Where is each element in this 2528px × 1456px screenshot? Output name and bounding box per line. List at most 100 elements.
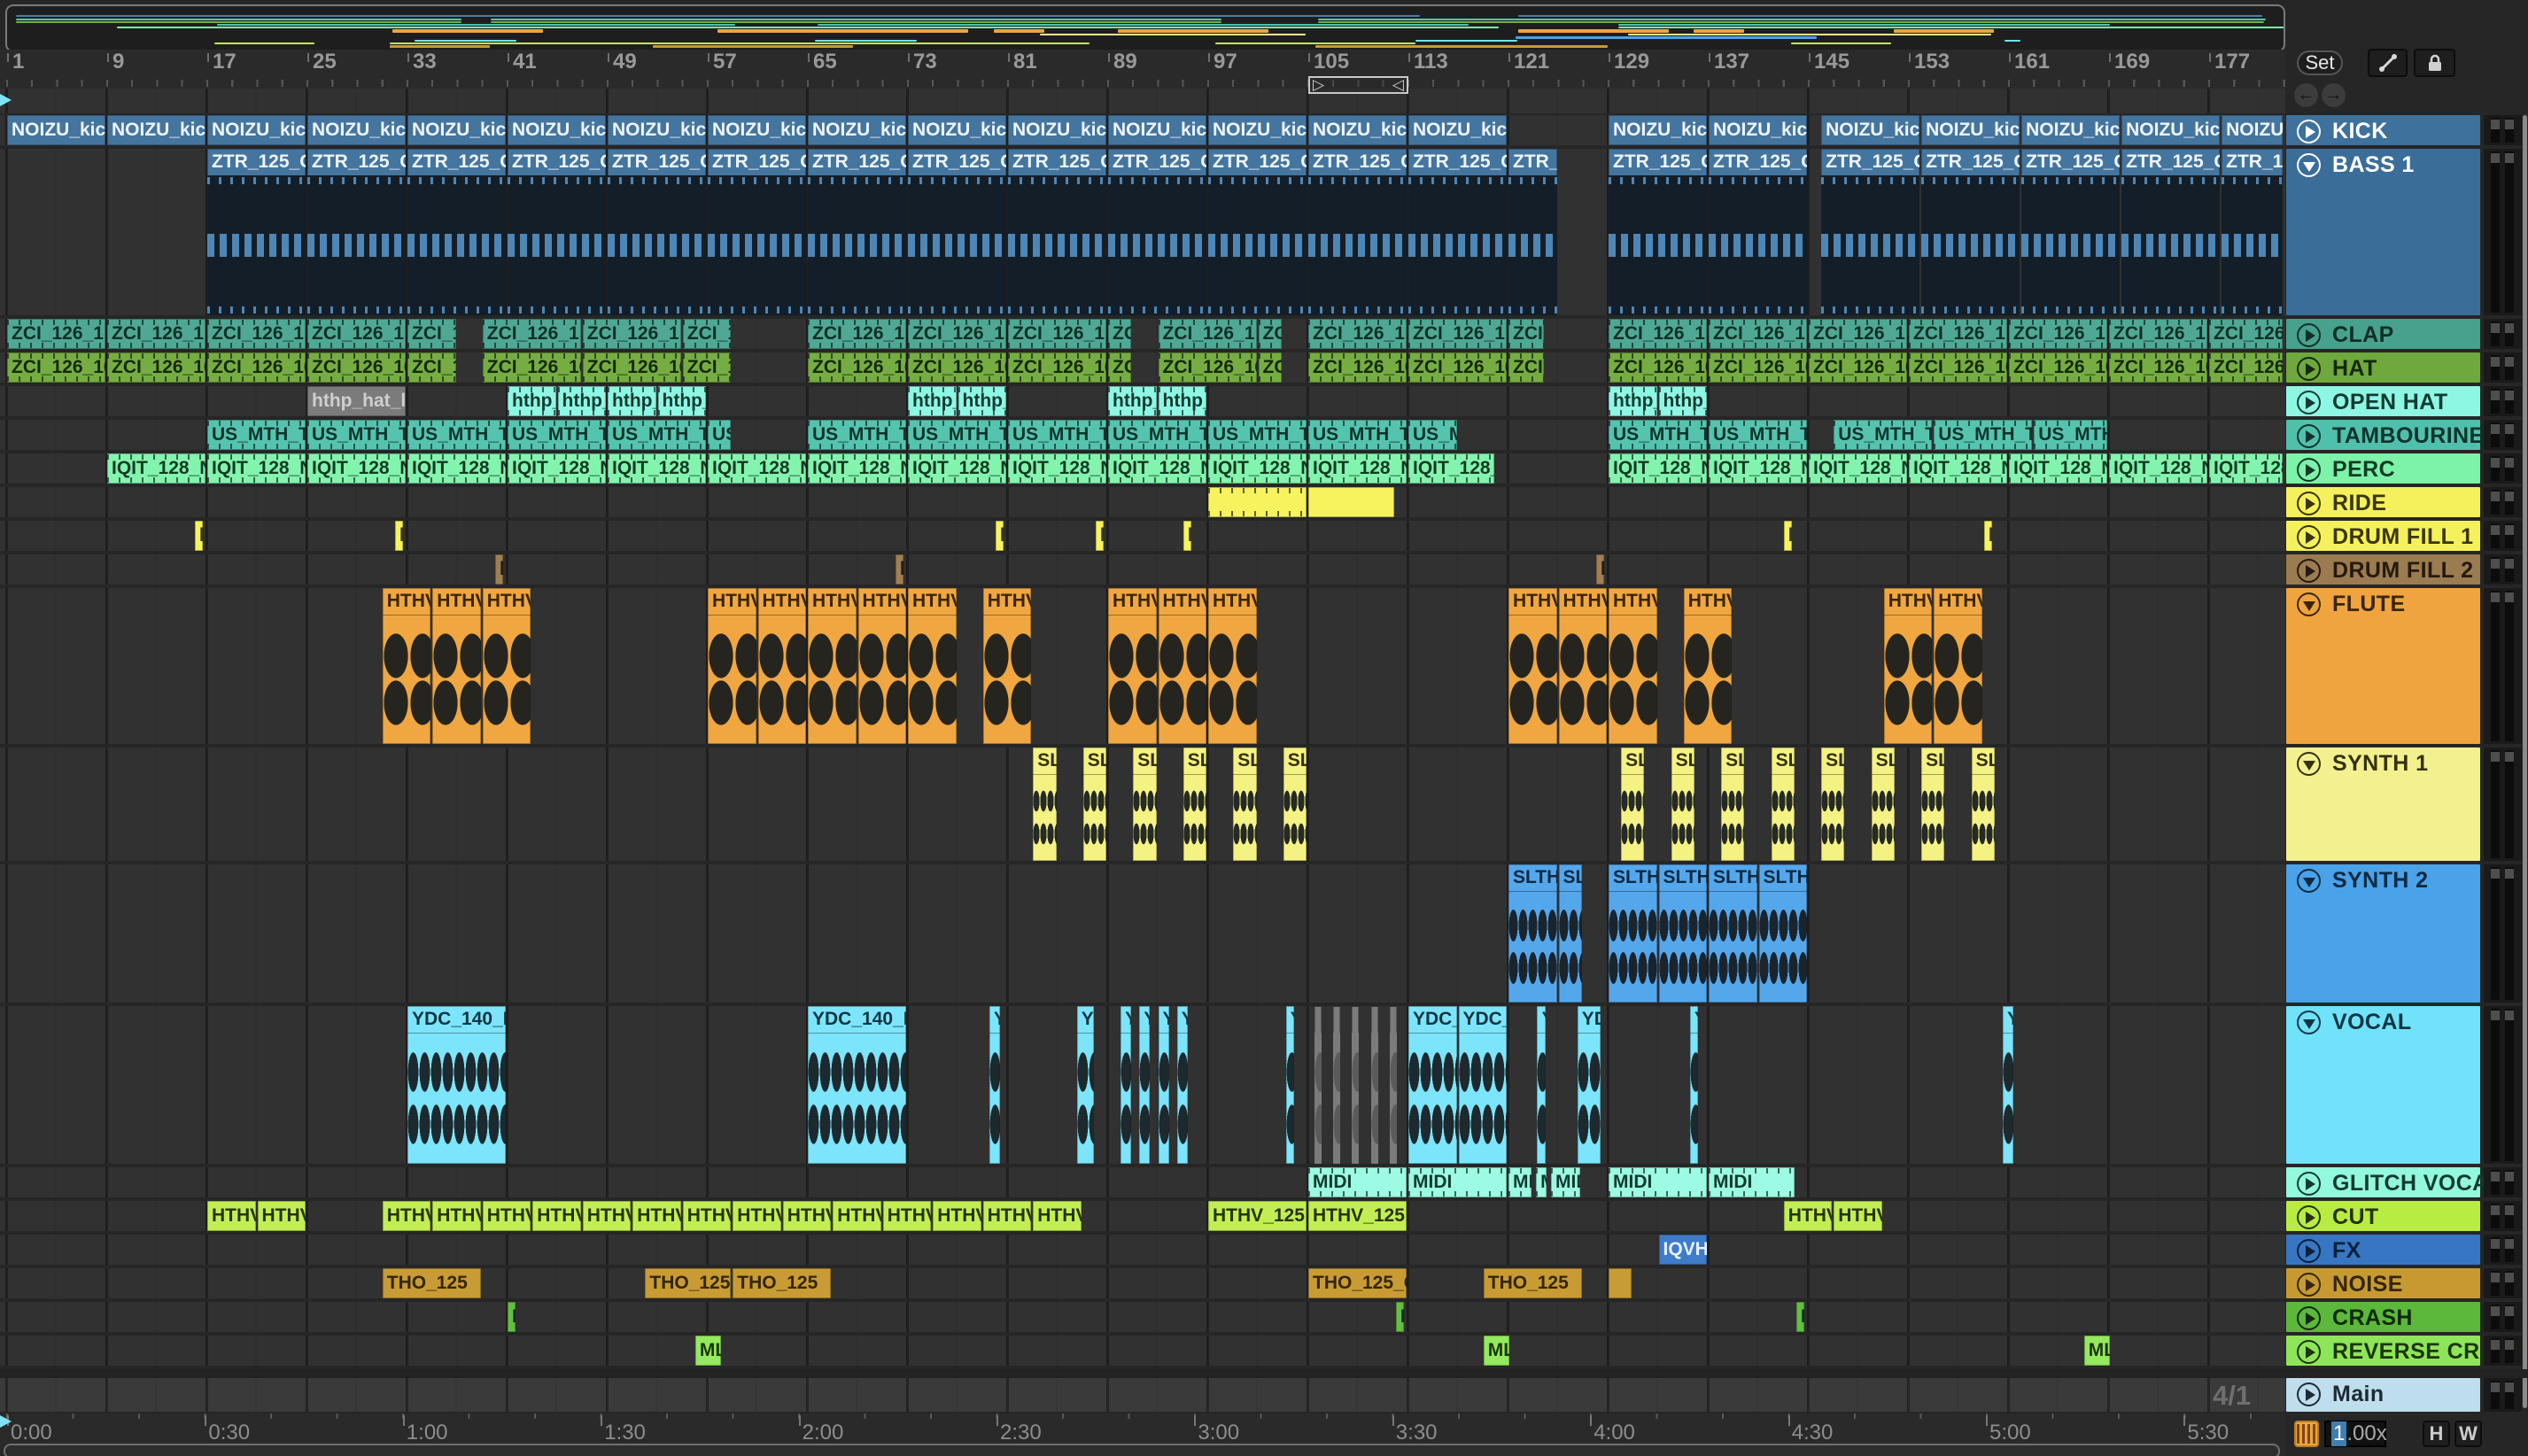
clip[interactable]: MLG — [2083, 1336, 2110, 1366]
clip[interactable]: MIDI — [1551, 1167, 1581, 1197]
clip[interactable]: ZCI_126_16 — [1108, 352, 1132, 383]
clip[interactable]: ZTR_125_G — [2121, 149, 2221, 315]
play-icon[interactable] — [2297, 424, 2321, 448]
track-lane-clap[interactable]: ZCI_126_1 ZCI_126_1 ZCI_126_1 ZCI_126_1 ZCI_… — [0, 319, 2285, 349]
clip[interactable]: HTHV_125_G — [1934, 588, 1982, 744]
clip[interactable]: ZCI_126_16 — [307, 352, 406, 383]
clip[interactable]: ZCI_126_16 — [1008, 352, 1106, 383]
clip[interactable]: HTHV_125 — [982, 1201, 1032, 1231]
clip[interactable]: ZTR_125_G — [2222, 149, 2283, 315]
clip[interactable]: NOIZU_kick — [1709, 115, 1807, 145]
clip[interactable]: ZCI_126_1 — [1408, 319, 1507, 349]
clip[interactable]: ht — [995, 521, 1004, 551]
clip[interactable]: HTHV_125_G — [432, 588, 481, 744]
clip[interactable] — [1389, 1006, 1397, 1164]
clip[interactable]: MLG — [1483, 1336, 1509, 1366]
fold-icon[interactable] — [2297, 592, 2321, 616]
play-icon[interactable] — [2297, 1172, 2321, 1196]
track-header-fx[interactable]: FX — [2286, 1235, 2480, 1265]
track-header-crash[interactable]: CRASH — [2286, 1302, 2480, 1332]
clip[interactable]: ZCI_126_16 — [1308, 352, 1407, 383]
clip[interactable]: ZCI_126_1 — [207, 319, 306, 349]
play-icon[interactable] — [2297, 1273, 2321, 1297]
clip[interactable]: US_MTH_Ta — [307, 420, 406, 450]
clip[interactable]: MIDI — [1609, 1167, 1707, 1197]
clip[interactable]: SLT — [1671, 747, 1694, 861]
track-header-tambourine[interactable]: TAMBOURINE — [2286, 420, 2484, 450]
play-icon[interactable] — [2297, 120, 2321, 143]
clip[interactable]: ZTR_125_G — [908, 149, 1006, 315]
clip[interactable]: US_MTH_Ta — [207, 420, 306, 450]
clip[interactable]: US_MTH_Ta — [1934, 420, 2033, 450]
play-icon[interactable] — [2297, 1382, 2321, 1406]
fold-icon[interactable] — [2297, 1011, 2321, 1034]
track-header-synth-1[interactable]: SYNTH 1 — [2286, 747, 2480, 861]
clip[interactable]: ZTR_125_G — [2021, 149, 2121, 315]
clip[interactable]: hthp_hat_1 — [1158, 386, 1206, 416]
track-header-vocal[interactable]: VOCAL — [2286, 1006, 2480, 1164]
clip[interactable]: ht — [895, 554, 904, 585]
lock-button[interactable] — [2414, 49, 2455, 77]
vertical-scrollbar[interactable] — [2523, 115, 2527, 1408]
clip[interactable]: SLT — [1082, 747, 1106, 861]
clip[interactable]: IQIT_128_N — [908, 453, 1006, 484]
clip[interactable]: ZCI_126_1 — [682, 319, 732, 349]
clip[interactable]: IQIT_128_N — [1108, 453, 1206, 484]
clip[interactable]: ZCI_126_16 — [582, 352, 681, 383]
clip[interactable]: HTHV_125 — [1208, 1201, 1307, 1231]
clip[interactable] — [1370, 1006, 1378, 1164]
clip[interactable]: NOIZU_kick — [1308, 115, 1407, 145]
clip[interactable]: THO_125 — [1483, 1268, 1582, 1298]
clip[interactable]: ZCI_126_1 — [1008, 319, 1106, 349]
clip[interactable]: HTHV_125 — [733, 1201, 781, 1231]
clip[interactable]: ht — [1983, 521, 1993, 551]
clip[interactable]: SLT — [1821, 747, 1845, 861]
clip[interactable]: ZTR_125_G — [508, 149, 606, 315]
clip[interactable]: HTHV_125_G — [708, 588, 756, 744]
clip[interactable]: ht — [1095, 521, 1105, 551]
clip[interactable]: M — [1795, 1302, 1805, 1332]
clip[interactable]: IQIT_128_N — [608, 453, 706, 484]
clip[interactable]: HTHV_125 — [682, 1201, 732, 1231]
clip[interactable]: NOIZU_kick — [107, 115, 205, 145]
clip[interactable]: NOIZU_kick — [1108, 115, 1206, 145]
clip[interactable]: HTHV_125_G — [482, 588, 531, 744]
track-lane-reverse-crash[interactable]: MLG MLG MLG — [0, 1336, 2285, 1366]
clip[interactable]: YDC — [1577, 1006, 1601, 1164]
play-icon[interactable] — [2297, 391, 2321, 414]
clip[interactable]: IQIT_128_N — [508, 453, 606, 484]
clip[interactable]: US_MTH_Ta — [1408, 420, 1457, 450]
clip[interactable]: Y — [1121, 1006, 1132, 1164]
clip[interactable]: hthp_hat_1 — [657, 386, 706, 416]
clip[interactable]: HTHV_125 — [1308, 1201, 1407, 1231]
play-icon[interactable] — [2297, 525, 2321, 549]
clip[interactable] — [1333, 1006, 1341, 1164]
clip[interactable]: IQIT_128_N — [1909, 453, 2007, 484]
clip[interactable]: THO_125 — [733, 1268, 832, 1298]
clip[interactable]: IQIT_128_N — [1408, 453, 1494, 484]
clip[interactable]: ZCI_126_1 — [107, 319, 205, 349]
clip[interactable]: HTHV_125 — [1834, 1201, 1882, 1231]
clip[interactable]: ZCI_126_16 — [1709, 352, 1807, 383]
clip[interactable]: ht — [1595, 554, 1605, 585]
clip[interactable]: ZCI_126_16 — [1609, 352, 1707, 383]
clip[interactable]: ZCI_126_1 — [482, 319, 581, 349]
clip[interactable]: HTHV_125 — [933, 1201, 981, 1231]
clip[interactable]: US_MTH_Ta — [407, 420, 506, 450]
clip[interactable]: ZCI_126_16 — [107, 352, 205, 383]
clip[interactable]: SLT — [1283, 747, 1307, 861]
track-lane-glitch-vocal[interactable]: MIDI MIDI MIDI MIDI MIDI MIDI MIDI — [0, 1167, 2285, 1197]
clip[interactable]: ZCI_126_1 — [1609, 319, 1707, 349]
clip[interactable]: US_MTH_Ta — [1208, 420, 1307, 450]
clip[interactable]: THO_125_C — [645, 1268, 732, 1298]
track-lane-vocal[interactable]: YDC_140_NYDC_140_NYYYYYYYYDC_1YDC_1YYDCY… — [0, 1006, 2285, 1164]
clip[interactable]: NOIZU_kick — [2222, 115, 2283, 145]
clip[interactable]: IQIT_128_N — [407, 453, 506, 484]
clip[interactable]: ZTR_125_G — [1508, 149, 1557, 315]
clip[interactable]: US_MTH_Ta — [908, 420, 1006, 450]
clip[interactable]: US_MTH_Ta — [1008, 420, 1106, 450]
clip[interactable]: HTHV_125_G — [908, 588, 957, 744]
clip[interactable]: ZCI_126_16 — [207, 352, 306, 383]
clip[interactable]: hthp_hat_1 — [1609, 386, 1657, 416]
clip[interactable]: hthp_hat_1 — [1108, 386, 1157, 416]
